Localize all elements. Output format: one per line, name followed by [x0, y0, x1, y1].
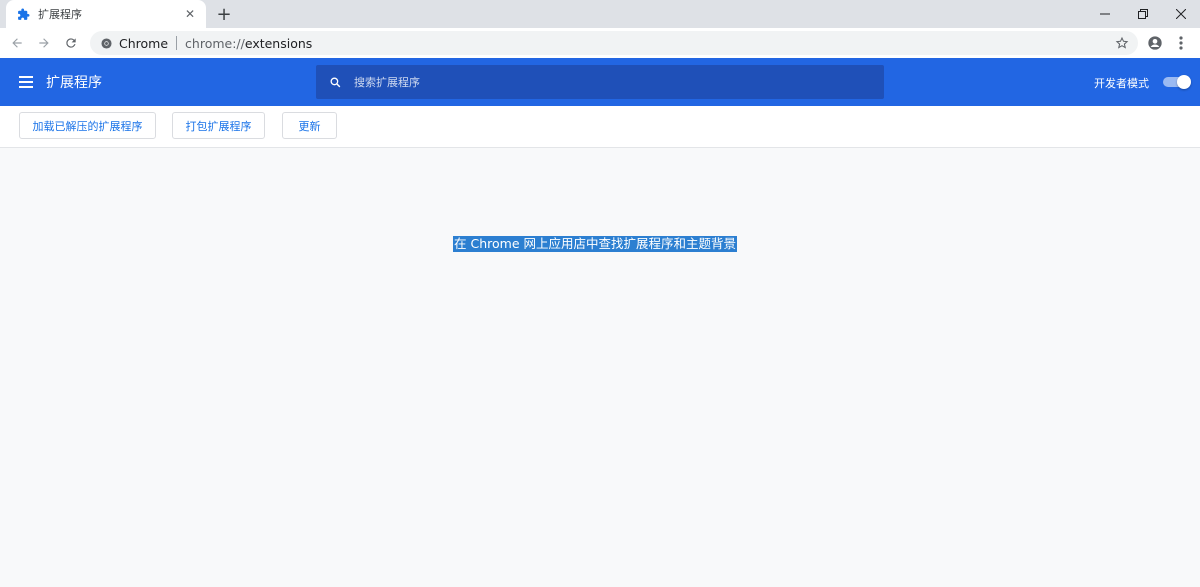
developer-mode-toggle[interactable]: [1163, 75, 1191, 89]
web-store-link[interactable]: 在 Chrome 网上应用店中查找扩展程序和主题背景: [453, 236, 737, 252]
new-tab-button[interactable]: +: [214, 4, 234, 25]
kebab-menu-icon[interactable]: [1170, 32, 1192, 54]
tab-title: 扩展程序: [38, 8, 82, 21]
close-window-icon[interactable]: [1162, 0, 1200, 28]
omnibox-scheme-chip: Chrome: [119, 35, 169, 51]
toggle-knob: [1177, 75, 1191, 89]
url-prefix: chrome://: [185, 35, 245, 51]
load-unpacked-button[interactable]: 加载已解压的扩展程序: [19, 112, 156, 139]
bookmark-star-icon[interactable]: [1114, 35, 1130, 51]
search-box[interactable]: [316, 65, 884, 99]
omnibox-separator: [176, 36, 178, 50]
back-arrow-icon[interactable]: [6, 32, 28, 54]
chrome-logo-icon: [100, 37, 112, 49]
restore-icon[interactable]: [1124, 0, 1162, 28]
omnibox-url[interactable]: chrome://extensions: [185, 36, 312, 51]
profile-avatar-icon[interactable]: [1144, 32, 1166, 54]
extensions-header: 扩展程序 开发者模式: [0, 58, 1200, 106]
reload-icon[interactable]: [60, 32, 82, 54]
minimize-icon[interactable]: [1086, 0, 1124, 28]
forward-arrow-icon[interactable]: [33, 32, 55, 54]
url-path: extensions: [244, 35, 313, 51]
puzzle-piece-icon: [16, 7, 30, 21]
developer-action-bar: 加载已解压的扩展程序 打包扩展程序 更新: [0, 106, 1200, 148]
page-title: 扩展程序: [46, 75, 102, 91]
tab-strip: 扩展程序 ✕ +: [0, 0, 1200, 28]
omnibox[interactable]: Chrome chrome://extensions: [90, 31, 1138, 55]
search-input[interactable]: [354, 75, 854, 89]
search-icon: [328, 75, 342, 89]
pack-extension-button[interactable]: 打包扩展程序: [172, 112, 265, 139]
browser-toolbar: Chrome chrome://extensions: [0, 28, 1200, 58]
close-tab-icon[interactable]: ✕: [182, 6, 198, 22]
tab-extensions[interactable]: 扩展程序 ✕: [6, 0, 206, 28]
developer-mode-label: 开发者模式: [1094, 77, 1149, 90]
update-button[interactable]: 更新: [282, 112, 337, 139]
hamburger-menu-icon[interactable]: [18, 73, 36, 91]
